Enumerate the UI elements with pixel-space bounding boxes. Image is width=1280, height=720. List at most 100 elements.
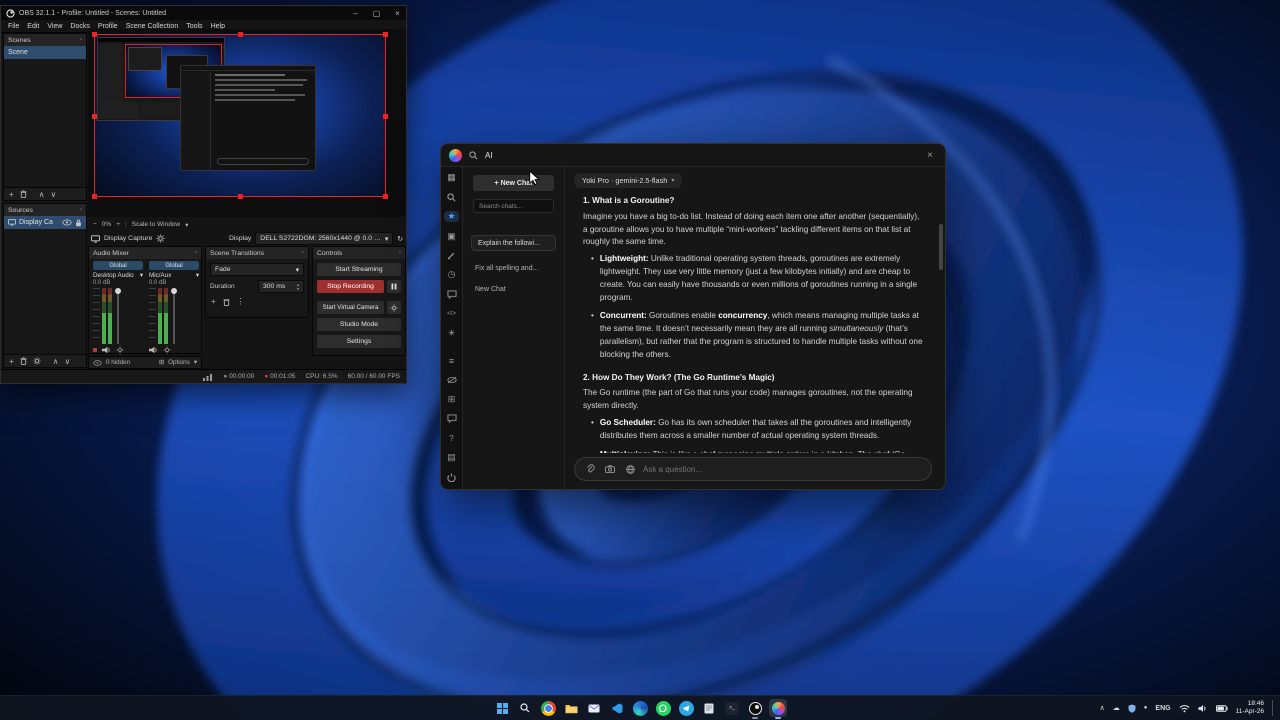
volume-slider[interactable] — [170, 288, 178, 344]
dock-pin-icon[interactable]: ▫ — [302, 250, 304, 256]
zoom-in-button[interactable]: + — [116, 221, 120, 228]
close-icon[interactable]: × — [923, 150, 937, 161]
code-icon[interactable]: </> — [444, 308, 459, 319]
spinner-arrows[interactable]: ▴ ▾ — [297, 283, 299, 291]
menu-file[interactable]: File — [4, 23, 23, 30]
source-properties-gear-icon[interactable] — [33, 357, 41, 365]
taskbar-search-button[interactable] — [516, 699, 534, 717]
wifi-icon[interactable] — [1179, 704, 1190, 713]
chevron-down-icon[interactable]: ▾ — [196, 272, 199, 279]
speaker-icon[interactable] — [102, 346, 111, 354]
studio-mode-button[interactable]: Studio Mode — [317, 318, 401, 331]
tray-expand-icon[interactable]: ∧ — [1100, 704, 1105, 712]
obs-preview-canvas[interactable] — [88, 29, 406, 217]
scene-item[interactable]: Scene — [4, 46, 86, 59]
eye-off-icon[interactable] — [444, 374, 459, 385]
duration-spinner[interactable]: 300 ms ▴ ▾ — [258, 280, 304, 293]
selection-handle[interactable] — [92, 114, 97, 119]
chat-history-item[interactable]: Explain the followi... — [471, 235, 556, 251]
search-chats-input[interactable] — [479, 203, 548, 210]
menu-edit[interactable]: Edit — [23, 23, 43, 30]
lock-icon[interactable] — [75, 219, 82, 227]
channel-gear-icon[interactable] — [116, 346, 124, 354]
move-source-up-button[interactable]: ∧ — [53, 357, 59, 366]
comment-icon[interactable] — [444, 413, 459, 424]
selection-handle[interactable] — [238, 32, 243, 37]
chat-scrollbar[interactable] — [939, 224, 943, 270]
selection-handle[interactable] — [383, 32, 388, 37]
file-explorer-icon[interactable] — [562, 699, 580, 717]
chat-bubble-icon[interactable] — [444, 289, 459, 300]
refresh-displays-button[interactable]: ↻ — [397, 235, 403, 243]
transition-properties-icon[interactable]: ⋮ — [237, 297, 245, 306]
speaker-icon[interactable] — [1198, 704, 1208, 713]
remove-transition-button[interactable] — [223, 298, 230, 306]
chat-history-item[interactable]: Fix all spelling and... — [475, 265, 556, 272]
minimize-button[interactable]: – — [347, 7, 364, 20]
obs-taskbar-icon[interactable] — [746, 699, 764, 717]
apps-grid-icon[interactable]: ▦ — [444, 172, 459, 183]
assistant-search-input[interactable] — [485, 151, 916, 160]
remove-source-button[interactable] — [20, 357, 27, 365]
slider-knob[interactable] — [171, 288, 177, 294]
selection-handle[interactable] — [383, 194, 388, 199]
selection-handle[interactable] — [383, 114, 388, 119]
dock-pin-icon[interactable]: ▫ — [80, 37, 82, 43]
dock-pin-icon[interactable]: ▫ — [195, 250, 197, 256]
transition-type-select[interactable]: Fade ▾ — [210, 263, 304, 276]
move-scene-down-button[interactable]: ∨ — [51, 190, 57, 199]
box-icon[interactable]: ⊞ — [444, 394, 459, 405]
search-rail-icon[interactable] — [444, 191, 459, 202]
captured-display-source[interactable] — [94, 34, 386, 197]
pen-icon[interactable] — [444, 250, 459, 261]
mixer-layout-icon[interactable]: ⊞ — [159, 359, 164, 366]
ask-question-input[interactable] — [643, 465, 923, 474]
chevron-down-icon[interactable]: ▾ — [140, 272, 143, 279]
zoom-out-button[interactable]: − — [93, 221, 97, 228]
channel-gear-icon[interactable] — [163, 346, 171, 354]
battery-icon[interactable] — [1216, 705, 1228, 712]
maximize-button[interactable]: ▢ — [368, 7, 385, 20]
selection-handle[interactable] — [238, 194, 243, 199]
visibility-eye-icon[interactable] — [62, 219, 72, 226]
onedrive-cloud-icon[interactable]: ☁ — [1113, 704, 1120, 712]
start-virtual-camera-button[interactable]: Start Virtual Camera — [317, 301, 384, 314]
dock-pin-icon[interactable]: ▫ — [399, 250, 401, 256]
remove-scene-button[interactable] — [20, 190, 27, 198]
chrome-icon[interactable] — [539, 699, 557, 717]
attachment-paperclip-icon[interactable] — [583, 462, 597, 476]
language-indicator[interactable]: ENG — [1155, 705, 1170, 712]
selection-handle[interactable] — [92, 32, 97, 37]
whatsapp-icon[interactable] — [654, 699, 672, 717]
add-transition-button[interactable]: + — [211, 297, 216, 306]
add-scene-button[interactable]: + — [9, 190, 14, 199]
start-button[interactable] — [493, 699, 511, 717]
taskbar-clock[interactable]: 18:46 11-Apr-26 — [1236, 700, 1264, 716]
properties-gear-icon[interactable] — [156, 234, 165, 243]
spin-down-icon[interactable]: ▾ — [297, 287, 299, 291]
show-desktop-button[interactable] — [1272, 700, 1274, 716]
mail-icon[interactable] — [585, 699, 603, 717]
message-input-bar[interactable] — [574, 457, 932, 481]
settings-button[interactable]: Settings — [317, 335, 401, 348]
mic-speaker-icon[interactable] — [149, 346, 158, 354]
close-button[interactable]: × — [389, 7, 406, 20]
grid-alt-icon[interactable]: ▤ — [444, 452, 459, 463]
add-source-button[interactable]: + — [9, 357, 14, 366]
notes-app-icon[interactable] — [700, 699, 718, 717]
camera-icon[interactable] — [603, 462, 617, 476]
search-chats-field[interactable] — [473, 199, 554, 213]
channel-scope-badge[interactable]: Global — [149, 261, 199, 270]
history-clock-icon[interactable]: ◷ — [444, 269, 459, 280]
stop-recording-button[interactable]: Stop Recording — [317, 280, 384, 293]
telegram-icon[interactable] — [677, 699, 695, 717]
slider-knob[interactable] — [115, 288, 121, 294]
selection-handle[interactable] — [92, 194, 97, 199]
dock-pin-icon[interactable]: ▫ — [80, 207, 82, 213]
pause-recording-button[interactable] — [387, 280, 401, 293]
vscode-icon[interactable] — [608, 699, 626, 717]
tray-app-icon[interactable]: ● — [1144, 705, 1148, 711]
move-source-down-button[interactable]: ∨ — [65, 357, 71, 366]
shapes-icon[interactable]: ▣ — [444, 230, 459, 241]
chat-history-item[interactable]: New Chat — [475, 286, 556, 293]
